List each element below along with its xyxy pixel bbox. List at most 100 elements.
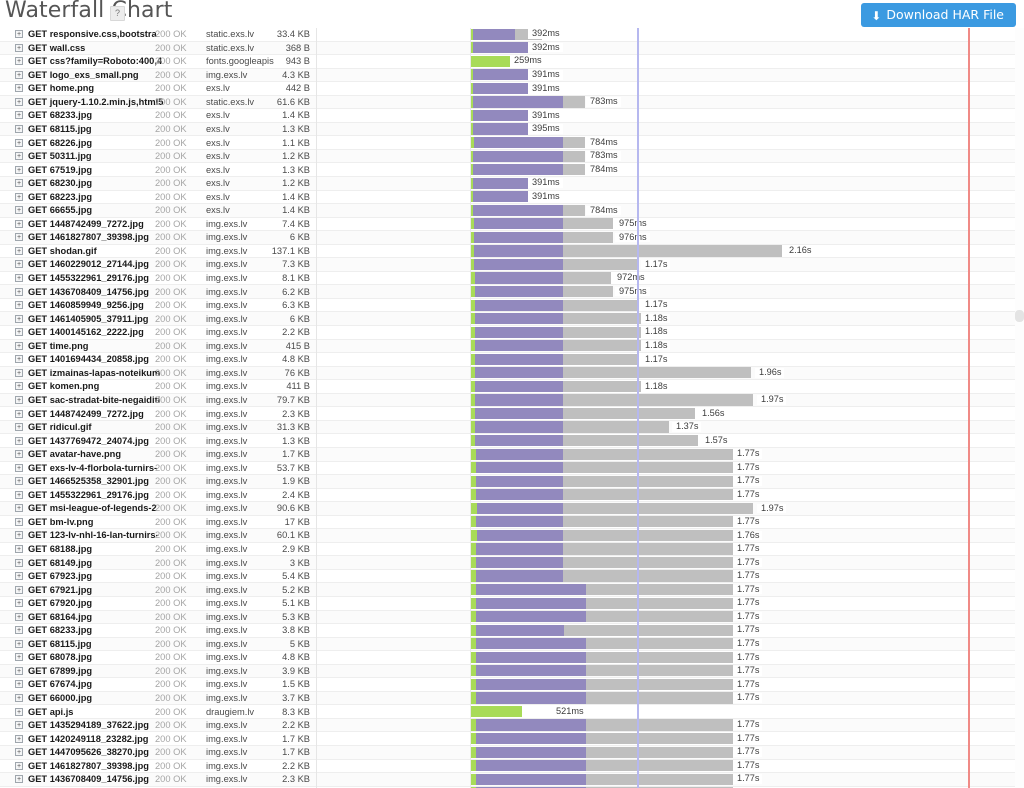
table-row[interactable]: + GET 68188.jpg 200 OK img.exs.lv 2.9 KB 1.77… <box>0 543 1024 557</box>
waterfall-bar: 1.97s <box>0 394 1024 407</box>
table-row[interactable]: + GET jquery-1.10.2.min.js,html5 200 OK sta… <box>0 95 1024 110</box>
waterfall-bar: 259ms <box>0 55 1024 68</box>
table-row[interactable]: + GET 67899.jpg 200 OK img.exs.lv 3.9 KB 1.77… <box>0 664 1024 679</box>
table-row[interactable]: + GET exs-lv-4-florbola-turnirs- 200 OK img… <box>0 462 1024 476</box>
table-row[interactable]: + GET 68226.jpg 200 OK exs.lv 1.1 KB 784ms <box>0 136 1024 150</box>
waterfall-segment-wait <box>476 462 563 474</box>
download-har-label: Download HAR File <box>886 7 1004 22</box>
waterfall-bar: 1.77s <box>0 556 1024 569</box>
waterfall-time-label: 1.77s <box>733 666 763 676</box>
table-row[interactable]: + GET 67674.jpg 200 OK img.exs.lv 1.5 KB 1.77… <box>0 678 1024 692</box>
table-row[interactable]: + GET 1466525358_32901.jpg 200 OK img.exs.l… <box>0 475 1024 489</box>
waterfall-segment-receive <box>563 462 733 474</box>
waterfall-segment-wait <box>476 773 586 785</box>
table-row[interactable]: + GET sac-stradat-bite-negaiditi 200 OK img… <box>0 393 1024 408</box>
table-row[interactable]: + GET logo_exs_small.png 200 OK img.exs.lv 4… <box>0 68 1024 83</box>
download-har-button[interactable]: ⬇ Download HAR File <box>861 3 1016 27</box>
waterfall-time-label: 1.77s <box>733 720 763 730</box>
table-row[interactable]: + GET 68078.jpg 200 OK img.exs.lv 4.8 KB 1.77… <box>0 651 1024 665</box>
table-row[interactable]: + GET 50311.jpg 200 OK exs.lv 1.2 KB 783ms <box>0 149 1024 164</box>
waterfall-time-label: 1.77s <box>733 449 763 459</box>
table-row[interactable]: + GET 68115.jpg 200 OK exs.lv 1.3 KB 395ms <box>0 122 1024 137</box>
table-row[interactable]: + GET 1437769472_24074.jpg 200 OK img.exs.l… <box>0 434 1024 448</box>
table-row[interactable]: + GET 1455322961_29176.jpg 200 OK img.exs.l… <box>0 272 1024 286</box>
table-row[interactable]: + GET 1448742499_7272.jpg 200 OK img.exs.lv… <box>0 218 1024 232</box>
table-row[interactable]: + GET shodan.gif 200 OK img.exs.lv 137.1 KB 2… <box>0 245 1024 259</box>
table-row[interactable]: + GET 68164.jpg 200 OK img.exs.lv 5.3 KB 1.77… <box>0 610 1024 625</box>
table-row[interactable]: + GET ridicul.gif 200 OK img.exs.lv 31.3 KB 1… <box>0 420 1024 435</box>
table-row[interactable]: + GET api.js 200 OK draugiem.lv 8.3 KB 521ms <box>0 705 1024 719</box>
table-row[interactable]: + GET 123-lv-nhl-16-lan-turnirs- 200 OK img… <box>0 529 1024 543</box>
waterfall-segment-wait <box>475 340 563 352</box>
table-row[interactable]: + GET 1461827807_39398.jpg 200 OK img.exs.l… <box>0 760 1024 774</box>
table-row[interactable]: + GET time.png 200 OK img.exs.lv 415 B 1.18s <box>0 339 1024 354</box>
waterfall-time-label: 395ms <box>528 124 563 134</box>
table-row[interactable]: + GET 67920.jpg 200 OK img.exs.lv 5.1 KB 1.77… <box>0 597 1024 611</box>
waterfall-segment-blocked <box>470 529 477 542</box>
table-row[interactable]: + GET izmainas-lapas-noteikum 200 OK img.ex… <box>0 366 1024 381</box>
scrollbar-thumb[interactable] <box>1015 310 1024 322</box>
help-icon[interactable]: ? <box>110 6 125 21</box>
table-row[interactable]: + GET 1420249118_23282.jpg 200 OK img.exs.l… <box>0 732 1024 746</box>
table-row[interactable]: + GET 1435294189_37622.jpg 200 OK img.exs.l… <box>0 718 1024 733</box>
waterfall-bar: 1.77s <box>0 475 1024 488</box>
waterfall-bar: 1.77s <box>0 692 1024 705</box>
table-row[interactable]: + GET 68233.jpg 200 OK exs.lv 1.4 KB 391ms <box>0 109 1024 123</box>
waterfall-segment-receive <box>563 367 751 379</box>
table-row[interactable]: + GET 1460859949_9256.jpg 200 OK img.exs.lv… <box>0 299 1024 313</box>
table-row[interactable]: + GET 67519.jpg 200 OK exs.lv 1.3 KB 784ms <box>0 163 1024 178</box>
waterfall-segment-receive <box>563 231 613 243</box>
waterfall-time-label: 1.77s <box>733 760 763 771</box>
table-row[interactable]: + GET 67921.jpg 200 OK img.exs.lv 5.2 KB 1.77… <box>0 583 1024 597</box>
vertical-scrollbar[interactable] <box>1015 28 1024 788</box>
table-row[interactable]: + GET css?family=Roboto:400,4 200 OK fonts.… <box>0 55 1024 69</box>
table-row[interactable]: + GET 1400145162_2222.jpg 200 OK img.exs.lv… <box>0 326 1024 340</box>
waterfall-segment-receive <box>586 651 733 663</box>
waterfall-segment-wait <box>473 82 528 94</box>
waterfall-time-label: 391ms <box>528 178 563 188</box>
table-row[interactable]: + GET komen.png 200 OK img.exs.lv 411 B 1.18s <box>0 380 1024 394</box>
waterfall-bar: 1.77s <box>0 678 1024 691</box>
table-row[interactable]: + GET 68230.jpg 200 OK exs.lv 1.2 KB 391ms <box>0 177 1024 191</box>
table-row[interactable]: + GET home.png 200 OK exs.lv 442 B 391ms <box>0 82 1024 96</box>
table-row[interactable]: + GET 1461405905_37911.jpg 200 OK img.exs.l… <box>0 312 1024 327</box>
waterfall-segment-wait <box>475 272 563 284</box>
table-row[interactable]: + GET 68115.jpg 200 OK img.exs.lv 5 KB 1.77s <box>0 637 1024 652</box>
table-row[interactable]: + GET 68223.jpg 200 OK exs.lv 1.4 KB 391ms <box>0 191 1024 205</box>
waterfall-bar: 1.37s <box>0 421 1024 434</box>
table-row[interactable]: + GET 1460229012_27144.jpg 200 OK img.exs.l… <box>0 258 1024 272</box>
table-row[interactable]: + GET 1448742499_7272.jpg 200 OK img.exs.lv… <box>0 407 1024 421</box>
table-row[interactable]: + GET 1401694434_20858.jpg 200 OK img.exs.l… <box>0 353 1024 367</box>
table-row[interactable]: + GET 1436708409_14756.jpg 200 OK img.exs.l… <box>0 773 1024 787</box>
waterfall-segment-wait <box>476 651 592 663</box>
waterfall-bar: 975ms <box>0 218 1024 231</box>
waterfall-segment-receive <box>563 570 733 582</box>
table-row[interactable]: + GET 1436708409_14756.jpg 200 OK img.exs.l… <box>0 285 1024 299</box>
table-row[interactable]: + GET avatar-have.png 200 OK img.exs.lv 1.7 … <box>0 447 1024 462</box>
request-table[interactable]: + GET responsive.css,bootstra 200 OK static… <box>0 28 1024 788</box>
waterfall-segment-receive <box>563 421 669 433</box>
table-row[interactable]: + GET responsive.css,bootstra 200 OK static… <box>0 28 1024 42</box>
table-row[interactable]: + GET 68233.jpg 200 OK img.exs.lv 3.8 KB 1.77… <box>0 624 1024 638</box>
waterfall-segment-receive <box>563 529 733 542</box>
table-row[interactable]: + GET bm-lv.png 200 OK img.exs.lv 17 KB 1.77s <box>0 516 1024 530</box>
waterfall-segment-receive <box>586 678 733 691</box>
table-row[interactable]: + GET 1455322961_29176.jpg 200 OK img.exs.l… <box>0 489 1024 503</box>
table-row[interactable]: + GET 66655.jpg 200 OK exs.lv 1.4 KB 784ms <box>0 204 1024 218</box>
waterfall-bar: 1.77s <box>0 773 1024 786</box>
waterfall-time-label: 1.77s <box>733 679 763 690</box>
waterfall-time-label: 1.77s <box>733 733 763 744</box>
table-row[interactable]: + GET 1447095626_38270.jpg 200 OK img.exs.l… <box>0 745 1024 760</box>
waterfall-time-label: 391ms <box>528 191 563 202</box>
table-row[interactable]: + GET 1461827807_39398.jpg 200 OK img.exs.l… <box>0 231 1024 245</box>
table-row[interactable]: + GET 68149.jpg 200 OK img.exs.lv 3 KB 1.77s <box>0 556 1024 570</box>
table-row[interactable]: + GET msi-league-of-legends-2 200 OK img.ex… <box>0 502 1024 516</box>
table-row[interactable]: + GET wall.css 200 OK static.exs.lv 368 B 392… <box>0 41 1024 56</box>
waterfall-bar: 1.77s <box>0 611 1024 624</box>
table-row[interactable]: + GET 67923.jpg 200 OK img.exs.lv 5.4 KB 1.77… <box>0 570 1024 584</box>
waterfall-bar: 1.77s <box>0 448 1024 461</box>
waterfall-bar: 1.77s <box>0 583 1024 596</box>
table-row[interactable]: + GET 66000.jpg 200 OK img.exs.lv 3.7 KB 1.77… <box>0 691 1024 706</box>
waterfall-time-label: 1.18s <box>641 327 671 337</box>
waterfall-segment-wait <box>473 96 563 108</box>
